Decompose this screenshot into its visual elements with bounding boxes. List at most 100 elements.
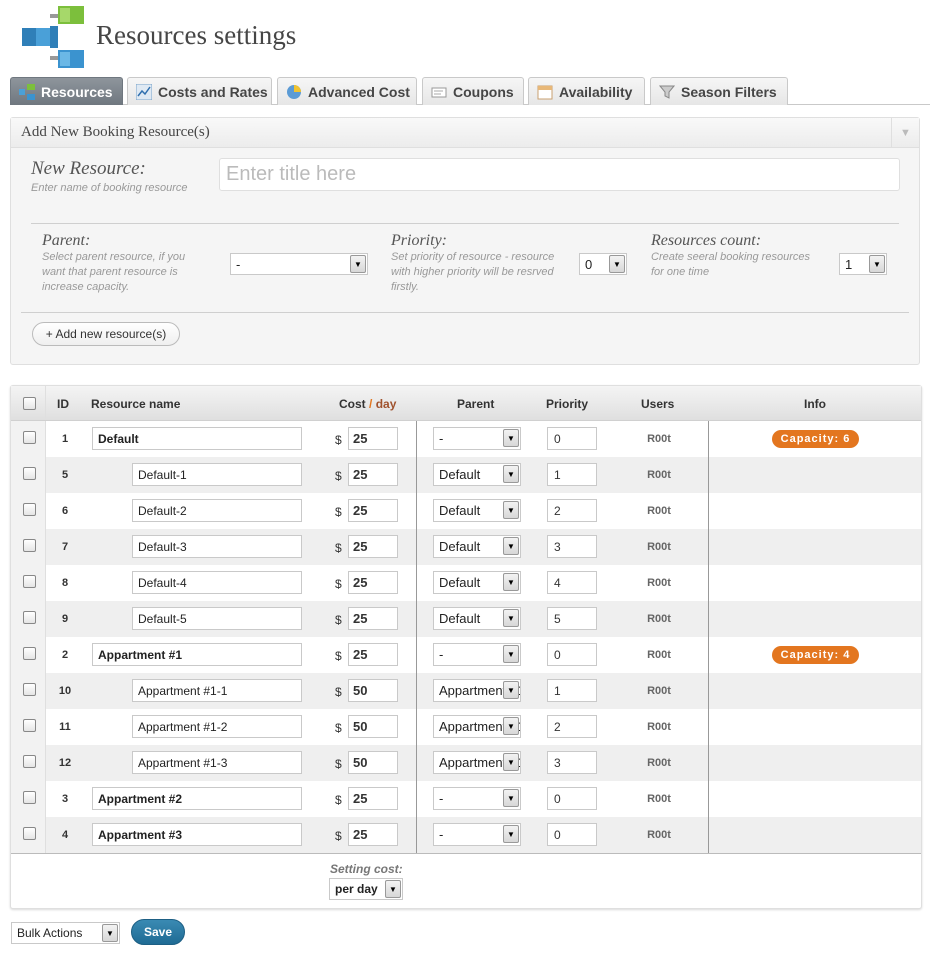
parent-select[interactable]: Default ▼ bbox=[433, 499, 521, 522]
currency-symbol: $ bbox=[335, 685, 342, 699]
row-checkbox[interactable] bbox=[23, 503, 36, 516]
resource-name-input[interactable]: Default-5 bbox=[132, 607, 302, 630]
select-all-checkbox[interactable] bbox=[23, 397, 36, 410]
resource-id: 3 bbox=[61, 793, 69, 805]
parent-select[interactable]: - ▼ bbox=[433, 427, 521, 450]
row-checkbox[interactable] bbox=[23, 539, 36, 552]
cost-input[interactable]: 25 bbox=[348, 643, 398, 666]
cost-input[interactable]: 50 bbox=[348, 679, 398, 702]
tab-season-filters[interactable]: Season Filters bbox=[650, 77, 788, 105]
resource-name-input[interactable]: Default bbox=[92, 427, 302, 450]
bulk-actions-select[interactable]: Bulk Actions ▼ bbox=[11, 922, 120, 944]
priority-input[interactable]: 2 bbox=[547, 499, 597, 522]
cost-input[interactable]: 50 bbox=[348, 715, 398, 738]
parent-select[interactable]: - ▼ bbox=[433, 787, 521, 810]
table-row: 11 Appartment #1-2 $50 Appartment #1 ▼ 2 R00t bbox=[11, 709, 921, 745]
row-checkbox[interactable] bbox=[23, 827, 36, 840]
resource-id: 6 bbox=[61, 505, 69, 517]
resource-user: R00t bbox=[647, 469, 671, 481]
tab-coupons[interactable]: Coupons bbox=[422, 77, 524, 105]
priority-input[interactable]: 2 bbox=[547, 715, 597, 738]
tab-costs-and-rates[interactable]: Costs and Rates bbox=[127, 77, 272, 105]
resource-name-input[interactable]: Appartment #1-1 bbox=[132, 679, 302, 702]
priority-input[interactable]: 3 bbox=[547, 535, 597, 558]
row-checkbox-cell bbox=[11, 817, 46, 853]
resource-name-input[interactable]: Appartment #1-2 bbox=[132, 715, 302, 738]
cost-input[interactable]: 25 bbox=[348, 535, 398, 558]
resource-user: R00t bbox=[647, 649, 671, 661]
collapse-icon[interactable]: ▼ bbox=[891, 118, 919, 147]
priority-input[interactable]: 1 bbox=[547, 679, 597, 702]
parent-select[interactable]: Appartment #1 ▼ bbox=[433, 715, 521, 738]
priority-input[interactable]: 1 bbox=[547, 463, 597, 486]
row-checkbox[interactable] bbox=[23, 611, 36, 624]
hint-line: Set priority of resource - resource bbox=[391, 251, 555, 263]
resource-name-input[interactable]: Default-2 bbox=[132, 499, 302, 522]
resource-name-input[interactable]: Appartment #1-3 bbox=[132, 751, 302, 774]
parent-select[interactable]: Default ▼ bbox=[433, 571, 521, 594]
tab-resources[interactable]: Resources bbox=[10, 77, 123, 105]
resource-id: 9 bbox=[61, 613, 69, 625]
add-new-resource-button[interactable]: + Add new resource(s) bbox=[32, 322, 180, 346]
priority-input[interactable]: 3 bbox=[547, 751, 597, 774]
capacity-badge: Capacity: 6 bbox=[772, 430, 859, 448]
save-button[interactable]: Save bbox=[131, 919, 185, 945]
priority-input[interactable]: 0 bbox=[547, 787, 597, 810]
row-checkbox[interactable] bbox=[23, 647, 36, 660]
parent-select[interactable]: - ▼ bbox=[433, 823, 521, 846]
row-checkbox[interactable] bbox=[23, 791, 36, 804]
currency-symbol: $ bbox=[335, 757, 342, 771]
parent-select[interactable]: - ▼ bbox=[433, 643, 521, 666]
parent-select[interactable]: Default ▼ bbox=[433, 463, 521, 486]
row-checkbox-cell bbox=[11, 421, 46, 457]
coupon-icon bbox=[431, 87, 447, 97]
resource-name-input[interactable]: Appartment #1 bbox=[92, 643, 302, 666]
cost-input[interactable]: 25 bbox=[348, 463, 398, 486]
parent-select[interactable]: Appartment #1 ▼ bbox=[433, 679, 521, 702]
row-checkbox-cell bbox=[11, 745, 46, 781]
cost-input[interactable]: 25 bbox=[348, 499, 398, 522]
resource-name-input[interactable]: Default-4 bbox=[132, 571, 302, 594]
currency-symbol: $ bbox=[335, 829, 342, 843]
cost-input[interactable]: 25 bbox=[348, 571, 398, 594]
cost-input[interactable]: 25 bbox=[348, 787, 398, 810]
tab-label: Season Filters bbox=[681, 83, 777, 100]
row-checkbox[interactable] bbox=[23, 719, 36, 732]
capacity-badge: Capacity: 4 bbox=[772, 646, 859, 664]
currency-symbol: $ bbox=[335, 721, 342, 735]
priority-input[interactable]: 0 bbox=[547, 427, 597, 450]
row-checkbox[interactable] bbox=[23, 683, 36, 696]
resources-logo-icon bbox=[22, 6, 84, 68]
parent-select[interactable]: Default ▼ bbox=[433, 535, 521, 558]
cost-input[interactable]: 50 bbox=[348, 751, 398, 774]
priority-input[interactable]: 5 bbox=[547, 607, 597, 630]
priority-input[interactable]: 4 bbox=[547, 571, 597, 594]
parent-select[interactable]: Appartment #1 ▼ bbox=[433, 751, 521, 774]
priority-input[interactable]: 0 bbox=[547, 643, 597, 666]
parent-select-value: Default bbox=[439, 467, 481, 482]
priority-select[interactable]: 0 ▼ bbox=[579, 253, 627, 275]
row-checkbox[interactable] bbox=[23, 467, 36, 480]
resource-title-input[interactable]: Enter title here bbox=[219, 158, 900, 191]
chevron-down-icon: ▼ bbox=[503, 573, 519, 591]
cost-input[interactable]: 25 bbox=[348, 427, 398, 450]
row-checkbox[interactable] bbox=[23, 431, 36, 444]
resource-name-input[interactable]: Default-3 bbox=[132, 535, 302, 558]
tab-label: Costs and Rates bbox=[158, 83, 268, 100]
tab-availability[interactable]: Availability bbox=[528, 77, 645, 105]
parent-select-value: Default bbox=[439, 503, 481, 518]
resource-name-input[interactable]: Default-1 bbox=[132, 463, 302, 486]
cost-input[interactable]: 25 bbox=[348, 607, 398, 630]
parent-select[interactable]: - ▼ bbox=[230, 253, 368, 275]
setting-cost-select[interactable]: per day ▼ bbox=[329, 878, 403, 900]
resource-name-input[interactable]: Appartment #3 bbox=[92, 823, 302, 846]
parent-select[interactable]: Default ▼ bbox=[433, 607, 521, 630]
row-checkbox[interactable] bbox=[23, 575, 36, 588]
resource-name-input[interactable]: Appartment #2 bbox=[92, 787, 302, 810]
resources-count-select[interactable]: 1 ▼ bbox=[839, 253, 887, 275]
priority-input[interactable]: 0 bbox=[547, 823, 597, 846]
table-row: 9 Default-5 $25 Default ▼ 5 R00t bbox=[11, 601, 921, 637]
cost-input[interactable]: 25 bbox=[348, 823, 398, 846]
row-checkbox[interactable] bbox=[23, 755, 36, 768]
tab-advanced-cost[interactable]: Advanced Cost bbox=[277, 77, 417, 105]
